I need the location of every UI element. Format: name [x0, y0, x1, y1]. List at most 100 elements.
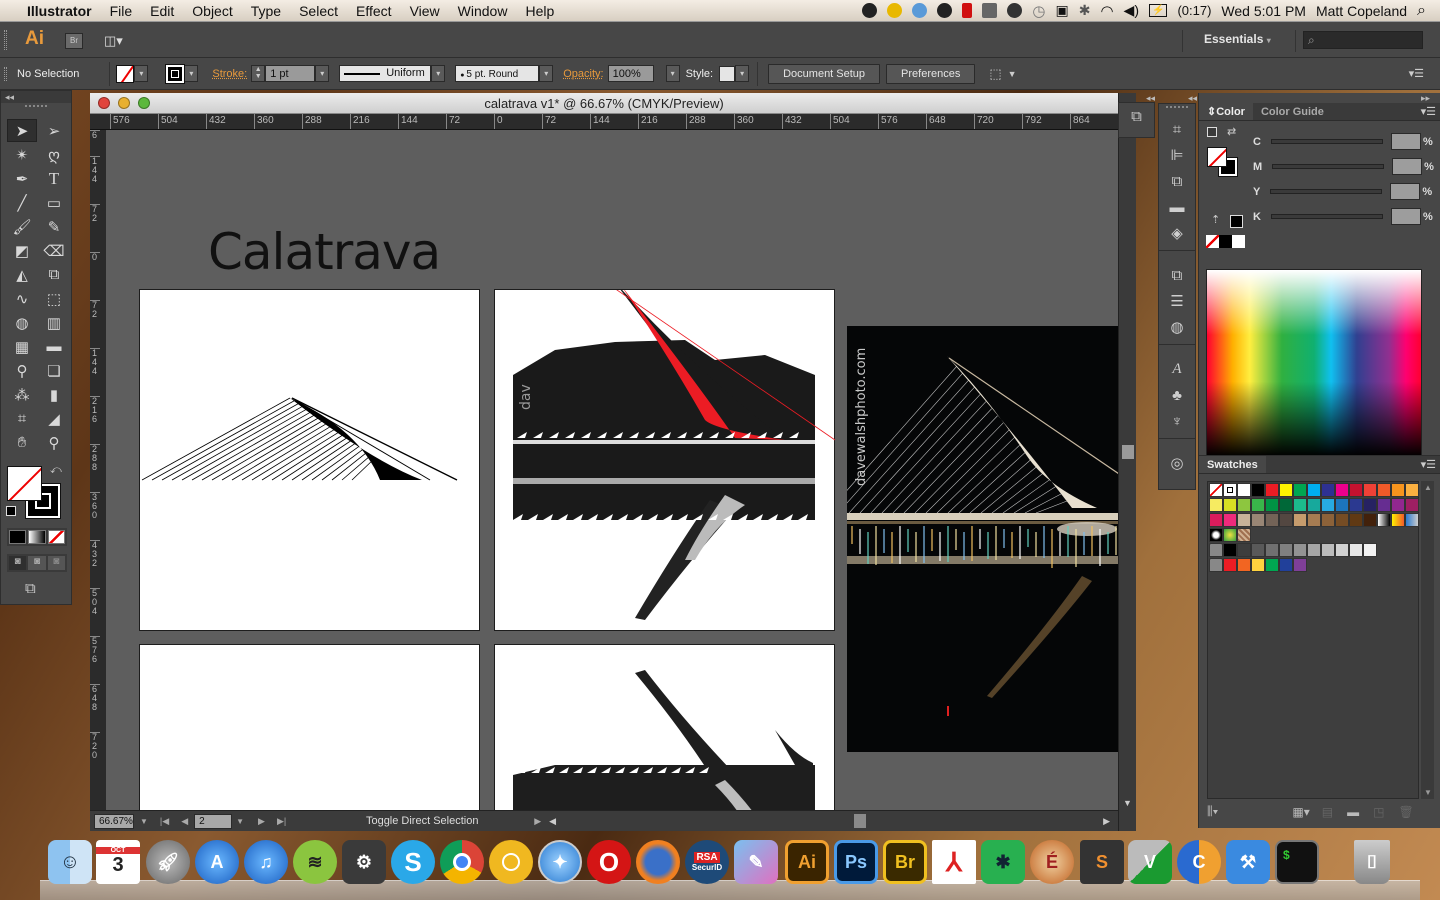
caffeine-icon[interactable]: [1007, 3, 1023, 18]
pathfinder-panel-icon[interactable]: ⧉: [1159, 168, 1195, 194]
dock-trash[interactable]: ⌷: [1354, 840, 1390, 884]
time-machine-icon[interactable]: ◷: [1032, 2, 1045, 20]
isolate-dropdown[interactable]: ▼: [1008, 69, 1017, 79]
artboard-number-input[interactable]: 2: [194, 813, 233, 829]
type-tool-icon[interactable]: T: [39, 167, 69, 190]
mesh-tool-icon[interactable]: ▦: [7, 335, 37, 358]
slice-tool-icon[interactable]: ◢: [39, 407, 69, 430]
swatch[interactable]: [1321, 543, 1335, 557]
minimize-window-button[interactable]: [118, 97, 130, 109]
swatch[interactable]: [1279, 558, 1293, 572]
scroll-left-button[interactable]: ◀: [549, 816, 556, 827]
dock-terminal[interactable]: $: [1275, 840, 1319, 884]
dock-app-store[interactable]: A: [195, 840, 239, 884]
dock-sublime-text[interactable]: S: [1080, 840, 1124, 884]
artboard-2[interactable]: dav: [494, 267, 836, 631]
appearance-panel-icon[interactable]: ◍: [1159, 314, 1195, 340]
swatch[interactable]: [1363, 498, 1377, 512]
swatch[interactable]: [1237, 498, 1251, 512]
stroke-dropdown[interactable]: ▾: [184, 65, 199, 82]
swatch-gradient[interactable]: [1377, 513, 1391, 527]
dock-preview[interactable]: ✎: [734, 840, 778, 884]
swatch[interactable]: [1251, 543, 1265, 557]
symbol-sprayer-tool-icon[interactable]: ⁂: [7, 383, 37, 406]
cyan-input[interactable]: [1390, 133, 1421, 150]
document-title-bar[interactable]: calatrava v1* @ 66.67% (CMYK/Preview): [90, 93, 1118, 114]
horizontal-scrollbar[interactable]: [562, 814, 1097, 828]
hand-tool-icon[interactable]: ✋︎: [7, 431, 37, 454]
swatch[interactable]: [1349, 498, 1363, 512]
zoom-window-button[interactable]: [138, 97, 150, 109]
swatch[interactable]: [1335, 513, 1349, 527]
stroke-weight-dropdown[interactable]: ▾: [315, 65, 330, 82]
tab-swatches[interactable]: Swatches: [1199, 456, 1266, 473]
last-artboard-button[interactable]: ▶|: [277, 816, 286, 827]
swatch-group-folder-icon[interactable]: [1209, 543, 1223, 557]
artboard-heading[interactable]: Calatrava: [208, 223, 441, 281]
swatch[interactable]: [1265, 483, 1279, 497]
selection-tool-icon[interactable]: ➤: [7, 119, 37, 142]
swatch[interactable]: [1209, 513, 1223, 527]
menu-help[interactable]: Help: [516, 3, 563, 19]
direct-selection-tool-icon[interactable]: ➢: [39, 119, 69, 142]
vertical-scroll-thumb[interactable]: [1122, 445, 1134, 459]
notification-icon[interactable]: [887, 3, 903, 18]
magenta-input[interactable]: [1392, 158, 1423, 175]
lasso-tool-icon[interactable]: ღ: [39, 143, 69, 166]
dock-acrobat[interactable]: ⅄: [932, 840, 976, 884]
vpn-icon[interactable]: [862, 3, 878, 18]
dock-bridge[interactable]: Br: [883, 840, 927, 884]
eraser-tool-icon[interactable]: ⌫: [39, 239, 69, 262]
color-button[interactable]: [9, 530, 27, 544]
magenta-slider[interactable]: [1272, 164, 1385, 169]
swatches-scrollbar[interactable]: ▲ ▼: [1421, 481, 1434, 799]
show-swatch-kinds-icon[interactable]: ▦▾: [1292, 805, 1309, 819]
swatch[interactable]: [1223, 513, 1237, 527]
document-setup-button[interactable]: Document Setup: [768, 63, 881, 84]
black-swatch[interactable]: [1219, 235, 1232, 248]
swatch[interactable]: [1251, 558, 1265, 572]
magic-wand-tool-icon[interactable]: ✴: [7, 143, 37, 166]
volume-icon[interactable]: ◀︎): [1124, 2, 1139, 19]
delete-swatch-icon[interactable]: 🗑︎: [1398, 805, 1413, 819]
eyedropper-tool-icon[interactable]: ⚲: [7, 359, 37, 382]
opacity-panel-link[interactable]: Opacity:: [563, 68, 603, 80]
swatch[interactable]: [1377, 498, 1391, 512]
swatch[interactable]: [1293, 558, 1307, 572]
brushes-panel-icon[interactable]: ♆: [1159, 408, 1195, 434]
drag-grip[interactable]: [4, 30, 7, 50]
black-slider[interactable]: [1270, 214, 1383, 219]
swatch-registration[interactable]: [1223, 483, 1237, 497]
swatch[interactable]: [1265, 558, 1279, 572]
arrange-documents-button[interactable]: ◫▾: [104, 33, 130, 48]
dock-skype[interactable]: S: [391, 840, 435, 884]
swap-colors-icon[interactable]: ⇄: [1227, 125, 1236, 138]
dock-vim[interactable]: V: [1128, 840, 1172, 884]
swatch[interactable]: [1363, 513, 1377, 527]
cyan-slider[interactable]: [1270, 139, 1383, 144]
swatch[interactable]: [1237, 543, 1251, 557]
dock-safari[interactable]: ✦: [538, 840, 582, 884]
swatch[interactable]: [1349, 543, 1363, 557]
opacity-input[interactable]: 100%: [607, 65, 654, 82]
previous-artboard-button[interactable]: ◀: [181, 816, 188, 827]
zoom-tool-icon[interactable]: ⚲: [39, 431, 69, 454]
collapse-strip-button[interactable]: ◂◂: [1146, 93, 1155, 104]
graphic-styles-panel-icon[interactable]: ◎: [1159, 450, 1195, 476]
dock-cd-player[interactable]: C: [1177, 840, 1221, 884]
variable-width-profile[interactable]: Uniform: [339, 65, 432, 82]
swatch[interactable]: [1279, 543, 1293, 557]
dock-opera[interactable]: O: [587, 840, 631, 884]
swap-fill-stroke-icon[interactable]: ⤺: [50, 464, 62, 477]
tab-color-guide[interactable]: Color Guide: [1253, 103, 1332, 120]
column-graph-tool-icon[interactable]: ▮: [39, 383, 69, 406]
vertical-ruler[interactable]: 6 144 72 0 72 144 216 288 360 432 504 576 648 720: [90, 130, 106, 810]
artboard-1[interactable]: [139, 289, 480, 631]
swatch[interactable]: [1279, 513, 1293, 527]
graphic-style-swatch[interactable]: [719, 65, 736, 82]
swatch-libraries-icon[interactable]: ⫼▾: [1207, 804, 1218, 819]
dock-launchpad[interactable]: 🚀︎: [146, 840, 190, 884]
dock-illustrator[interactable]: Ai: [785, 840, 829, 884]
gradient-button[interactable]: [28, 530, 46, 544]
align-panel-icon[interactable]: ⊫: [1159, 142, 1195, 168]
